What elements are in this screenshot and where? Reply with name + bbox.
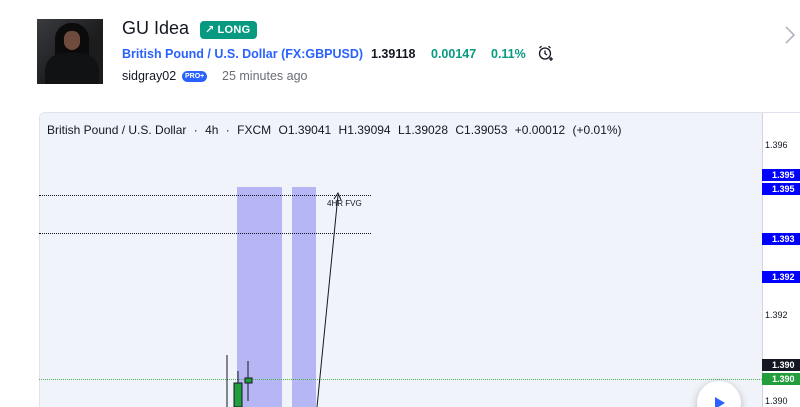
- price-tag-current: 1.390: [762, 373, 800, 385]
- legend-close-label: C: [455, 123, 465, 137]
- legend-low-label: L: [397, 123, 405, 137]
- pro-plus-badge: PRO+: [182, 71, 208, 82]
- symbol-name[interactable]: British Pound / U.S. Dollar: [122, 47, 278, 61]
- legend-close-value: 1.39053: [464, 123, 508, 137]
- symbol-change-pct: 0.11%: [491, 47, 526, 61]
- chart-legend: British Pound / U.S. Dollar · 4h · FXCM …: [47, 123, 626, 137]
- legend-low-value: 1.39028: [404, 123, 449, 137]
- legend-high: H1.39094: [339, 123, 391, 137]
- legend-low: L1.39028: [398, 123, 448, 137]
- arrow-up-right-icon: ↗: [205, 24, 215, 36]
- legend-change: +0.00012: [514, 123, 566, 137]
- candle-body-up: [233, 382, 243, 407]
- candle-body-up: [244, 377, 253, 384]
- alarm-clock-add-icon[interactable]: [537, 44, 555, 62]
- chart-drawings[interactable]: [220, 185, 370, 407]
- legend-source: FXCM: [237, 123, 272, 137]
- idea-title: GU Idea: [122, 18, 190, 38]
- price-tag-blue: 1.393: [762, 233, 800, 245]
- legend-high-value: 1.39094: [347, 123, 391, 137]
- chevron-right-icon[interactable]: [782, 24, 798, 46]
- chart-plot-area[interactable]: [40, 113, 762, 407]
- axis-tick-label: 1.390: [765, 396, 788, 406]
- axis-tick-label: 1.396: [765, 140, 788, 150]
- post-time: 25 minutes ago: [222, 69, 308, 83]
- legend-open-value: 1.39041: [287, 123, 332, 137]
- chart-panel[interactable]: [39, 112, 800, 407]
- legend-sep: ·: [193, 123, 198, 137]
- legend-high-label: H: [338, 123, 348, 137]
- legend-interval: 4h: [205, 123, 219, 137]
- symbol-ticker[interactable]: FX:GBPUSD: [285, 47, 359, 61]
- long-badge: ↗ LONG: [200, 21, 257, 39]
- price-tag-blue: 1.395: [762, 169, 800, 181]
- price-tag-blue: 1.395: [762, 183, 800, 195]
- current-price-line: [39, 379, 762, 380]
- axis-tick-label: 1.392: [765, 310, 788, 320]
- long-badge-label: LONG: [217, 24, 251, 36]
- author-avatar[interactable]: [37, 19, 103, 84]
- price-tag-dark: 1.390: [762, 359, 800, 371]
- paren-close: ): [358, 47, 364, 61]
- author-username[interactable]: sidgray02: [122, 69, 176, 83]
- legend-change-pct: (+0.01%): [572, 123, 622, 137]
- legend-close: C1.39053: [455, 123, 507, 137]
- legend-symbol: British Pound / U.S. Dollar: [47, 123, 187, 137]
- price-tag-blue: 1.392: [762, 271, 800, 283]
- symbol-link[interactable]: British Pound / U.S. Dollar (FX:GBPUSD): [122, 47, 363, 61]
- play-icon: [715, 397, 725, 407]
- legend-open: O1.39041: [278, 123, 331, 137]
- legend-open-label: O: [278, 123, 288, 137]
- trend-arrow-line[interactable]: [316, 194, 339, 407]
- symbol-price: 1.39118: [371, 47, 416, 61]
- symbol-change: 0.00147: [431, 47, 477, 61]
- legend-sep: ·: [225, 123, 230, 137]
